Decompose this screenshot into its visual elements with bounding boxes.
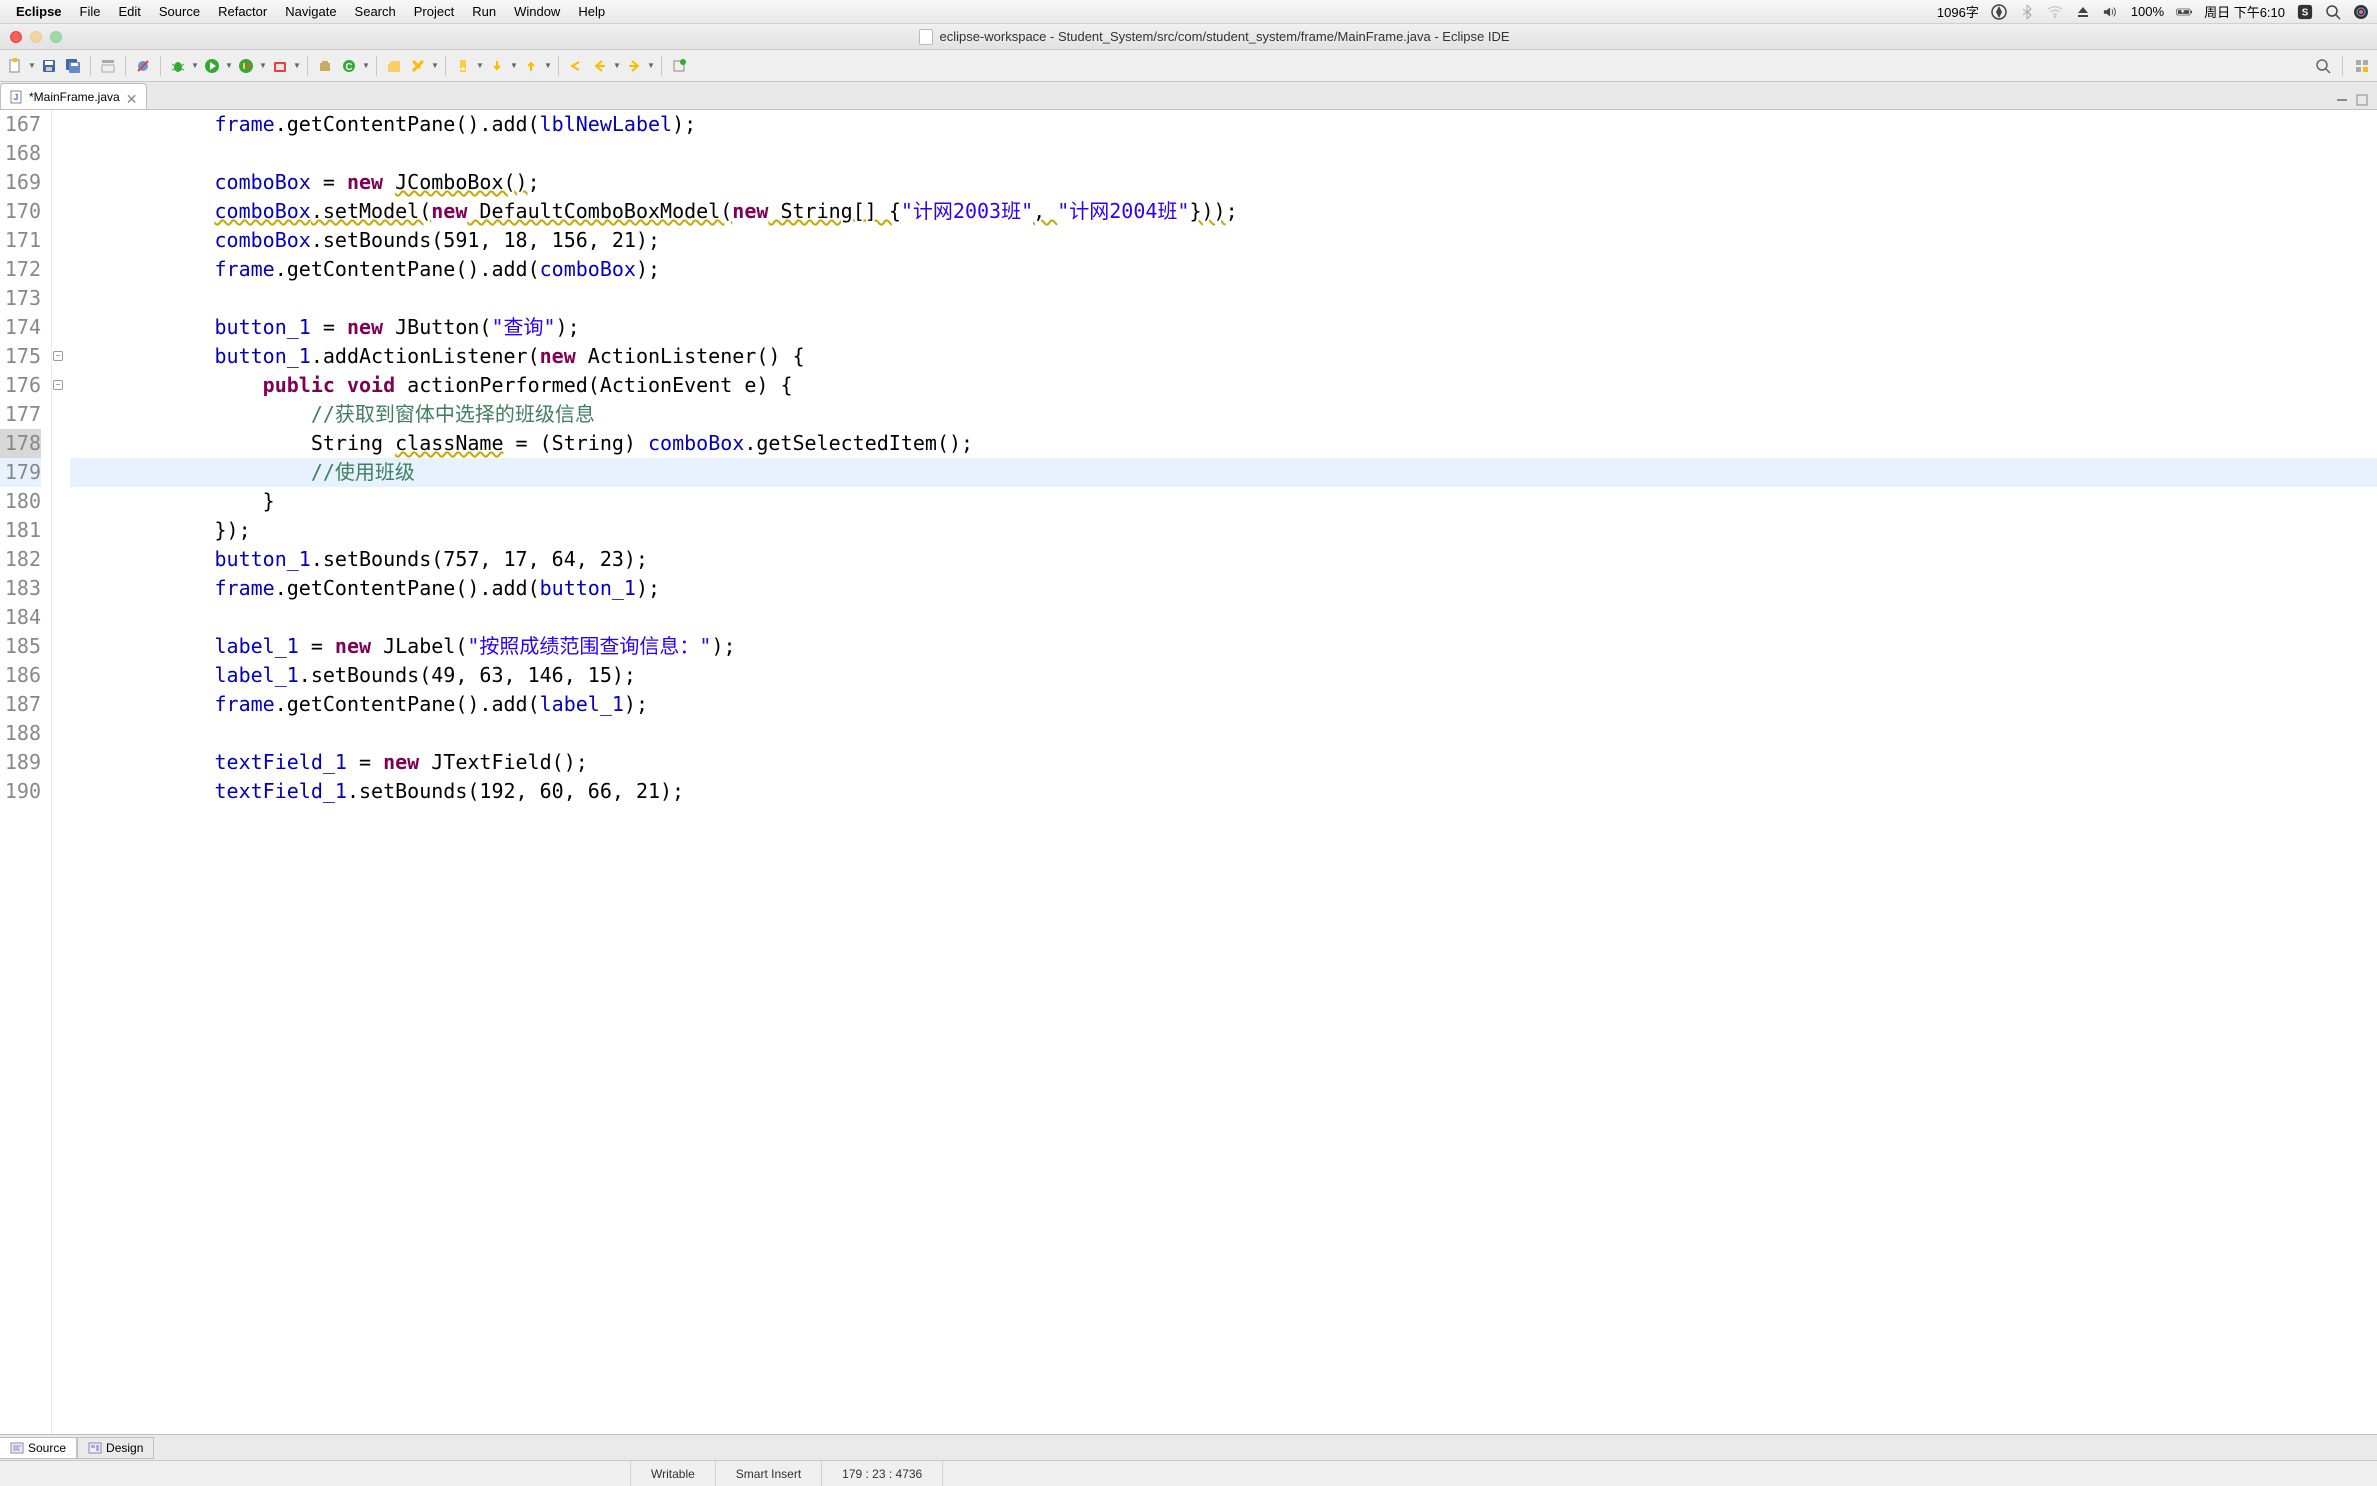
back-button[interactable]: [589, 55, 611, 77]
maximize-view-icon[interactable]: [2355, 93, 2371, 109]
toggle-mark-dropdown[interactable]: ▼: [476, 61, 484, 70]
next-annotation-dropdown[interactable]: ▼: [510, 61, 518, 70]
window-titlebar: eclipse-workspace - Student_System/src/c…: [0, 24, 2377, 50]
new-dropdown[interactable]: ▼: [28, 61, 36, 70]
pin-button[interactable]: [668, 55, 690, 77]
run-dropdown[interactable]: ▼: [225, 61, 233, 70]
svg-text:J: J: [14, 93, 18, 102]
spotlight-icon[interactable]: [2325, 4, 2341, 20]
menu-source[interactable]: Source: [151, 4, 208, 19]
skip-breakpoints-button[interactable]: [132, 55, 154, 77]
design-tab[interactable]: Design: [77, 1437, 154, 1459]
minimize-window-button[interactable]: [30, 31, 42, 43]
file-icon: [919, 29, 933, 45]
menu-project[interactable]: Project: [406, 4, 462, 19]
next-annotation-button[interactable]: [486, 55, 508, 77]
menu-window[interactable]: Window: [506, 4, 568, 19]
prev-annotation-dropdown[interactable]: ▼: [544, 61, 552, 70]
app-name[interactable]: Eclipse: [8, 4, 70, 19]
menu-help[interactable]: Help: [570, 4, 613, 19]
search-button[interactable]: [407, 55, 429, 77]
status-writable: Writable: [630, 1461, 715, 1486]
run-button[interactable]: [201, 55, 223, 77]
editor-tab-mainframe[interactable]: J *MainFrame.java ✕: [0, 83, 147, 109]
macos-menubar: Eclipse File Edit Source Refactor Naviga…: [0, 0, 2377, 24]
new-package-button[interactable]: [314, 55, 336, 77]
status-insert-mode: Smart Insert: [715, 1461, 821, 1486]
quick-access-button[interactable]: [2312, 55, 2334, 77]
bluetooth-icon[interactable]: [2019, 4, 2035, 20]
forward-button[interactable]: [623, 55, 645, 77]
tab-label: *MainFrame.java: [29, 90, 120, 104]
window-title: eclipse-workspace - Student_System/src/c…: [62, 29, 2367, 45]
external-tools-dropdown[interactable]: ▼: [293, 61, 301, 70]
editor-bottom-tabs: Source Design: [0, 1434, 2377, 1460]
coverage-button[interactable]: [235, 55, 257, 77]
fold-column[interactable]: −−: [52, 110, 66, 1434]
editor-tabbar: J *MainFrame.java ✕: [0, 82, 2377, 110]
code-editor[interactable]: 1671681691701711721731741751761771781791…: [0, 110, 2377, 1434]
status-cursor-position: 179 : 23 : 4736: [821, 1461, 942, 1486]
eject-icon[interactable]: [2075, 4, 2091, 20]
save-button[interactable]: [38, 55, 60, 77]
menu-run[interactable]: Run: [464, 4, 504, 19]
coverage-dropdown[interactable]: ▼: [259, 61, 267, 70]
menu-edit[interactable]: Edit: [110, 4, 148, 19]
siri-icon[interactable]: [2353, 4, 2369, 20]
open-type-button[interactable]: [383, 55, 405, 77]
maximize-window-button[interactable]: [50, 31, 62, 43]
line-number-gutter: 1671681691701711721731741751761771781791…: [0, 110, 52, 1434]
sogou-icon[interactable]: S: [2297, 4, 2313, 20]
menu-navigate[interactable]: Navigate: [277, 4, 344, 19]
datetime[interactable]: 周日 下午6:10: [2204, 2, 2285, 21]
perspective-button[interactable]: [2351, 55, 2373, 77]
main-toolbar: ▼ ▼ ▼ ▼ ▼ C ▼ ▼ ▼ ▼ ▼ ▼ ▼: [0, 50, 2377, 82]
menu-file[interactable]: File: [72, 4, 109, 19]
back-dropdown[interactable]: ▼: [613, 61, 621, 70]
external-tools-button[interactable]: [269, 55, 291, 77]
close-tab-icon[interactable]: ✕: [126, 91, 138, 103]
menu-search[interactable]: Search: [347, 4, 404, 19]
new-class-button[interactable]: C: [338, 55, 360, 77]
wifi-icon[interactable]: [2047, 4, 2063, 20]
svg-text:C: C: [345, 62, 352, 73]
battery-icon[interactable]: [2176, 4, 2192, 20]
java-file-icon: J: [9, 90, 23, 104]
debug-button[interactable]: [167, 55, 189, 77]
svg-text:S: S: [2302, 7, 2309, 18]
toggle-mark-button[interactable]: [452, 55, 474, 77]
toggle-breadcrumb-button[interactable]: [97, 55, 119, 77]
debug-dropdown[interactable]: ▼: [191, 61, 199, 70]
save-all-button[interactable]: [62, 55, 84, 77]
source-tab[interactable]: Source: [0, 1437, 77, 1459]
status-bar: Writable Smart Insert 179 : 23 : 4736: [0, 1460, 2377, 1486]
new-button[interactable]: [4, 55, 26, 77]
input-wordcount[interactable]: 1096字: [1937, 2, 1979, 21]
new-class-dropdown[interactable]: ▼: [362, 61, 370, 70]
minimize-view-icon[interactable]: [2335, 93, 2351, 109]
status-empty: [942, 1461, 2377, 1486]
code-content[interactable]: frame.getContentPane().add(lblNewLabel);…: [66, 110, 2377, 1434]
forward-dropdown[interactable]: ▼: [647, 61, 655, 70]
app-icon-1[interactable]: [1991, 4, 2007, 20]
menu-refactor[interactable]: Refactor: [210, 4, 275, 19]
prev-annotation-button[interactable]: [520, 55, 542, 77]
search-dropdown[interactable]: ▼: [431, 61, 439, 70]
last-edit-button[interactable]: [565, 55, 587, 77]
volume-icon[interactable]: [2103, 4, 2119, 20]
close-window-button[interactable]: [10, 31, 22, 43]
battery-percent[interactable]: 100%: [2131, 4, 2164, 19]
